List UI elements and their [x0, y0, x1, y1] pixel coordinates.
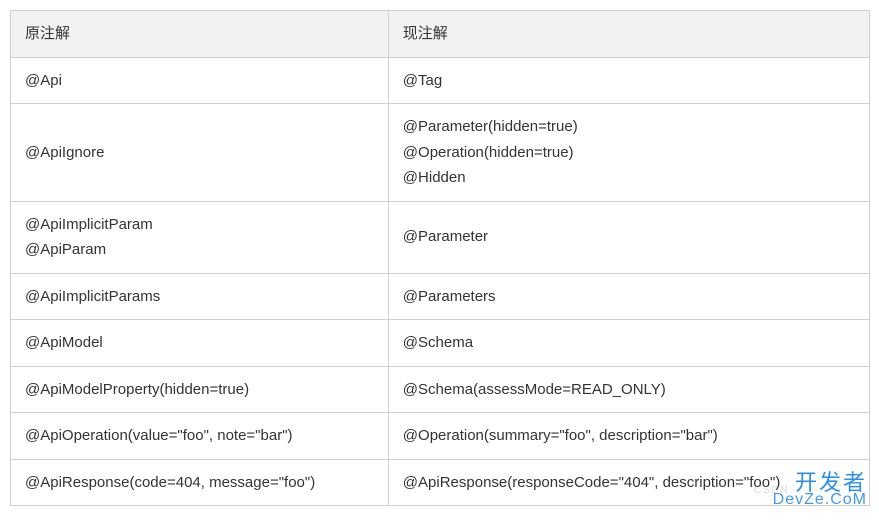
table-header-row: 原注解 现注解	[11, 11, 870, 58]
annotation-text: @Parameter(hidden=true)	[403, 114, 855, 140]
cell-new-annotation: @Parameters	[388, 273, 869, 320]
annotation-text: @ApiImplicitParams	[25, 284, 374, 310]
annotation-text: @ApiOperation(value="foo", note="bar")	[25, 423, 374, 449]
cell-old-annotation: @ApiResponse(code=404, message="foo")	[11, 459, 389, 506]
header-old-annotation: 原注解	[11, 11, 389, 58]
cell-old-annotation: @Api	[11, 57, 389, 104]
cell-old-annotation: @ApiModelProperty(hidden=true)	[11, 366, 389, 413]
cell-new-annotation: @Tag	[388, 57, 869, 104]
cell-new-annotation: @Schema(assessMode=READ_ONLY)	[388, 366, 869, 413]
annotation-text: @Tag	[403, 68, 855, 94]
table-row: @ApiModelProperty(hidden=true) @Schema(as…	[11, 366, 870, 413]
annotation-text: @ApiModelProperty(hidden=true)	[25, 377, 374, 403]
table-row: @ApiResponse(code=404, message="foo") @Ap…	[11, 459, 870, 506]
annotation-text: @ApiResponse(responseCode="404", descrip…	[403, 470, 855, 496]
header-new-annotation: 现注解	[388, 11, 869, 58]
cell-new-annotation: @Parameter	[388, 201, 869, 273]
table-row: @ApiImplicitParams @Parameters	[11, 273, 870, 320]
annotation-text: @ApiIgnore	[25, 140, 374, 166]
table-body: @Api @Tag @ApiIgnore @Parameter(hidden=true…	[11, 57, 870, 506]
table-row: @ApiImplicitParam@ApiParam @Parameter	[11, 201, 870, 273]
annotation-text: @Operation(summary="foo", description="b…	[403, 423, 855, 449]
annotation-text: @Hidden	[403, 165, 855, 191]
cell-old-annotation: @ApiModel	[11, 320, 389, 367]
cell-old-annotation: @ApiIgnore	[11, 104, 389, 202]
annotation-text: @ApiResponse(code=404, message="foo")	[25, 470, 374, 496]
annotation-text: @Operation(hidden=true)	[403, 140, 855, 166]
table-row: @ApiModel @Schema	[11, 320, 870, 367]
cell-new-annotation: @Schema	[388, 320, 869, 367]
annotation-text: @Api	[25, 68, 374, 94]
table-row: @Api @Tag	[11, 57, 870, 104]
table-row: @ApiIgnore @Parameter(hidden=true)@Operat…	[11, 104, 870, 202]
annotation-text: @ApiImplicitParam	[25, 212, 374, 238]
annotation-text: @ApiParam	[25, 237, 374, 263]
cell-old-annotation: @ApiImplicitParam@ApiParam	[11, 201, 389, 273]
annotation-text: @Parameters	[403, 284, 855, 310]
cell-new-annotation: @Operation(summary="foo", description="b…	[388, 413, 869, 460]
annotation-text: @ApiModel	[25, 330, 374, 356]
cell-new-annotation: @Parameter(hidden=true)@Operation(hidden…	[388, 104, 869, 202]
cell-old-annotation: @ApiOperation(value="foo", note="bar")	[11, 413, 389, 460]
table-row: @ApiOperation(value="foo", note="bar") @O…	[11, 413, 870, 460]
annotation-text: @Parameter	[403, 224, 855, 250]
annotation-text: @Schema	[403, 330, 855, 356]
annotation-mapping-table: 原注解 现注解 @Api @Tag @ApiIgnore @Parameter(hid…	[10, 10, 870, 506]
cell-new-annotation: @ApiResponse(responseCode="404", descrip…	[388, 459, 869, 506]
annotation-text: @Schema(assessMode=READ_ONLY)	[403, 377, 855, 403]
cell-old-annotation: @ApiImplicitParams	[11, 273, 389, 320]
